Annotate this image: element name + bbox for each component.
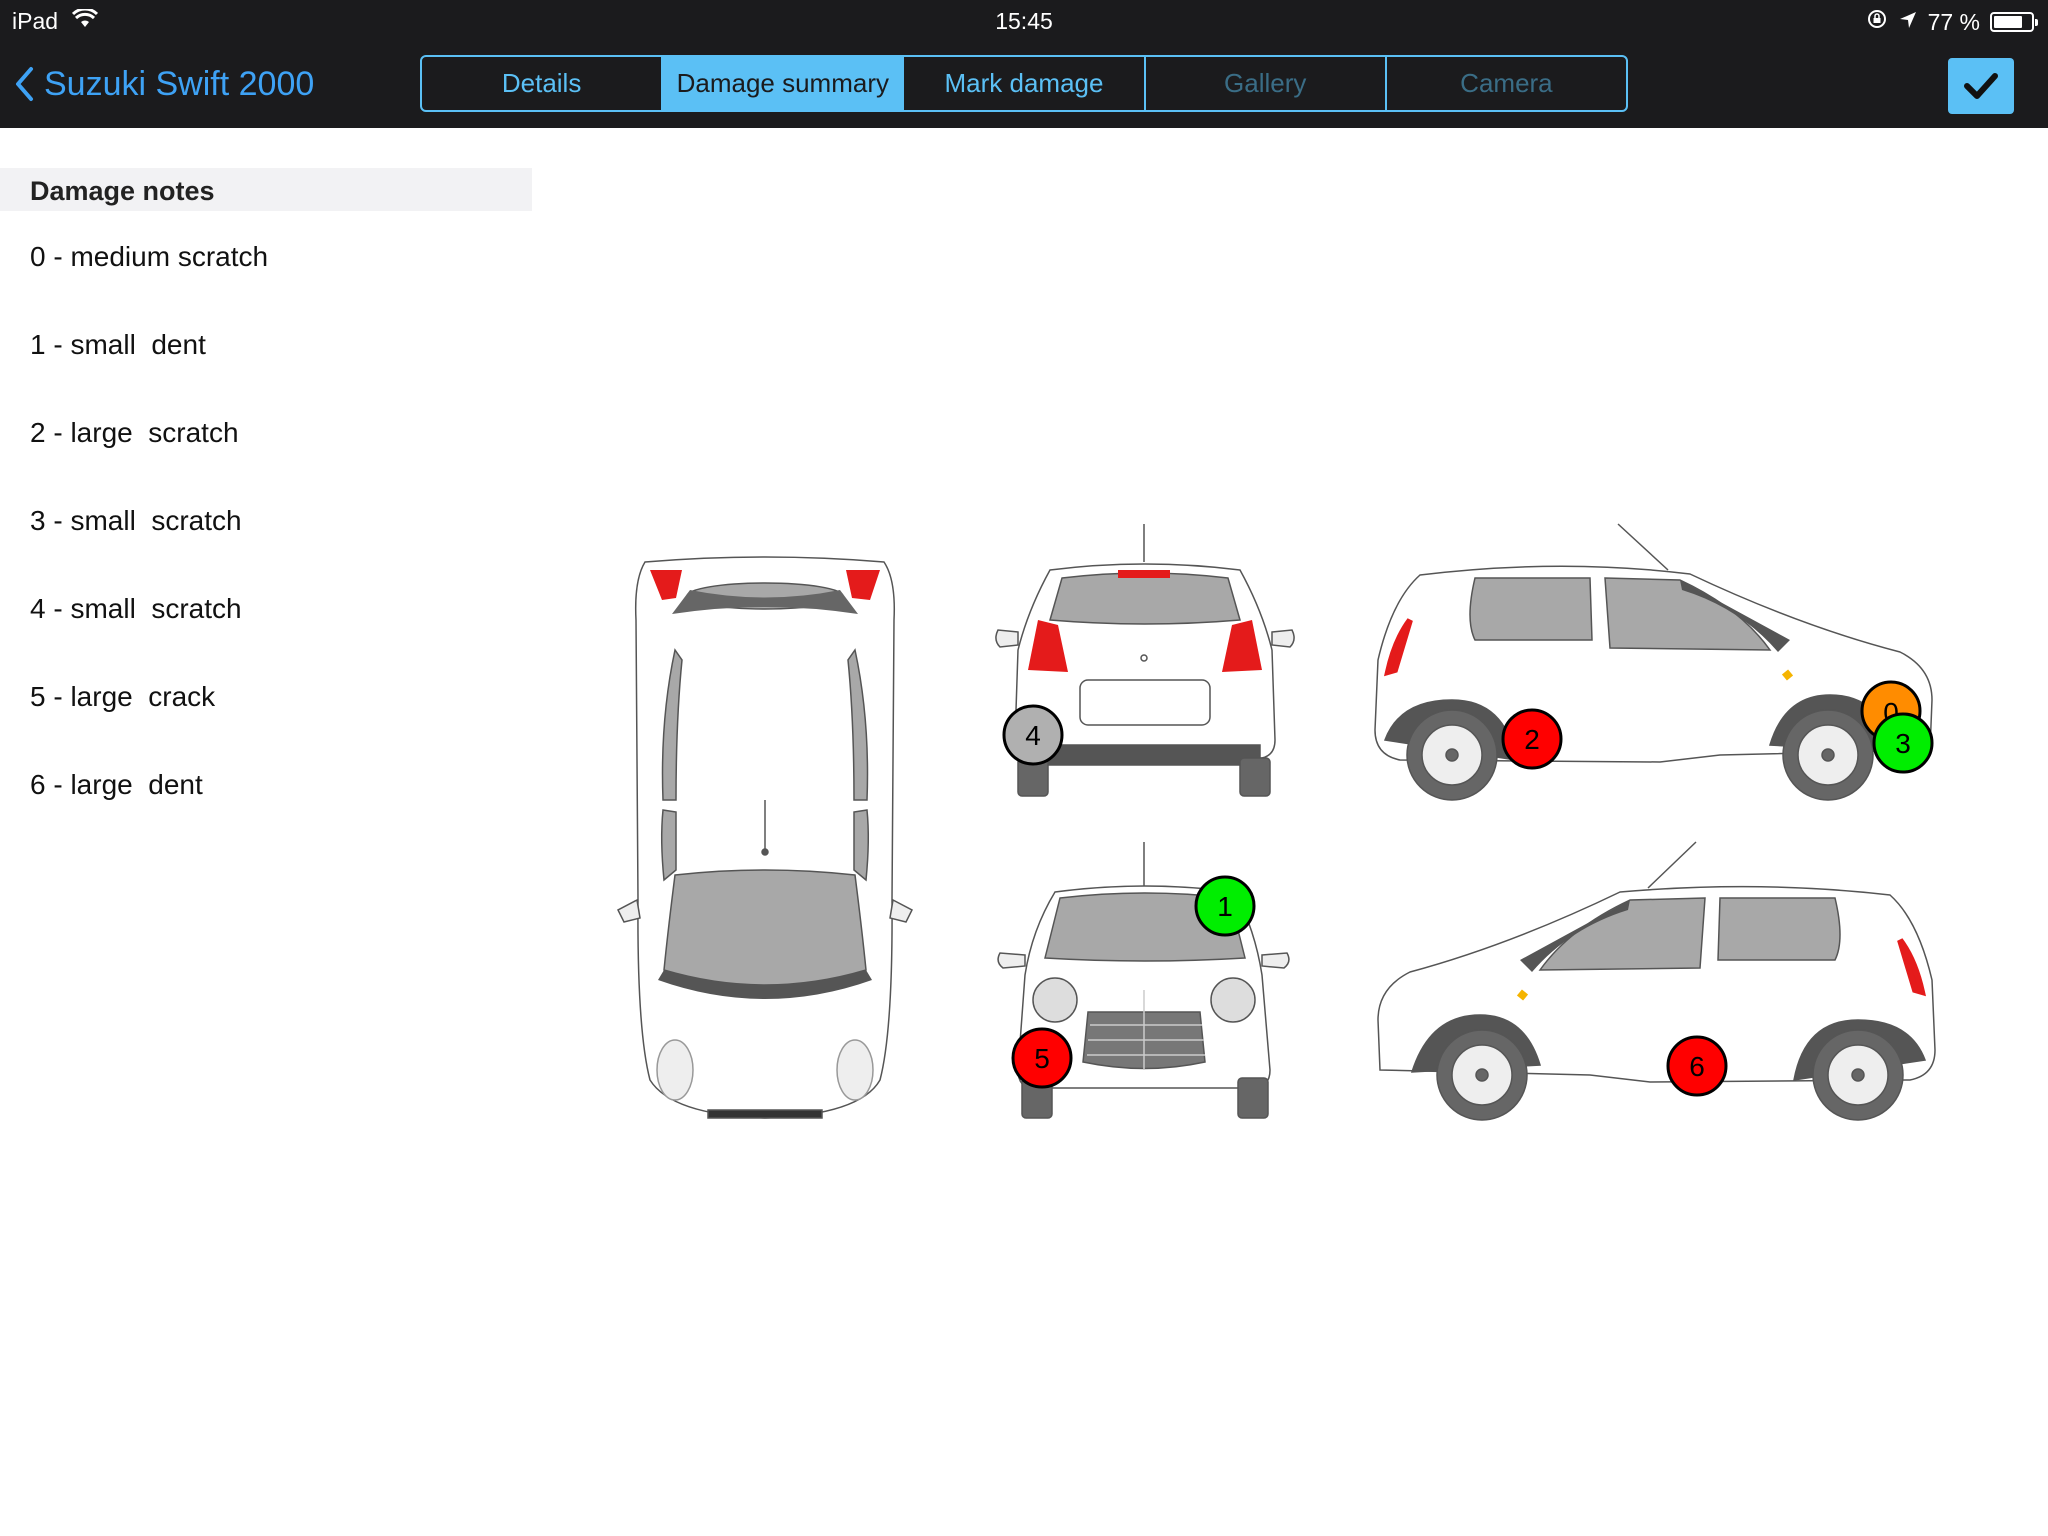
damage-marker-2[interactable]: 2 <box>1501 708 1563 770</box>
car-top-view <box>617 556 913 1119</box>
damage-marker-label: 3 <box>1895 728 1911 759</box>
damage-marker-label: 6 <box>1689 1051 1705 1082</box>
damage-marker-label: 1 <box>1217 891 1233 922</box>
damage-marker-label: 2 <box>1524 724 1540 755</box>
damage-marker-1[interactable]: 1 <box>1194 875 1256 937</box>
damage-marker-5[interactable]: 5 <box>1011 1027 1073 1089</box>
damage-marker-label: 4 <box>1025 720 1041 751</box>
car-side-view-left <box>1374 523 1933 801</box>
damage-marker-3[interactable]: 3 <box>1872 712 1934 774</box>
damage-marker-label: 5 <box>1034 1043 1050 1074</box>
car-damage-diagram: 0 1 2 3 4 5 6 <box>617 523 1936 1121</box>
car-side-view-right <box>1377 841 1936 1121</box>
damage-marker-4[interactable]: 4 <box>1002 704 1064 766</box>
damage-marker-6[interactable]: 6 <box>1666 1035 1728 1097</box>
